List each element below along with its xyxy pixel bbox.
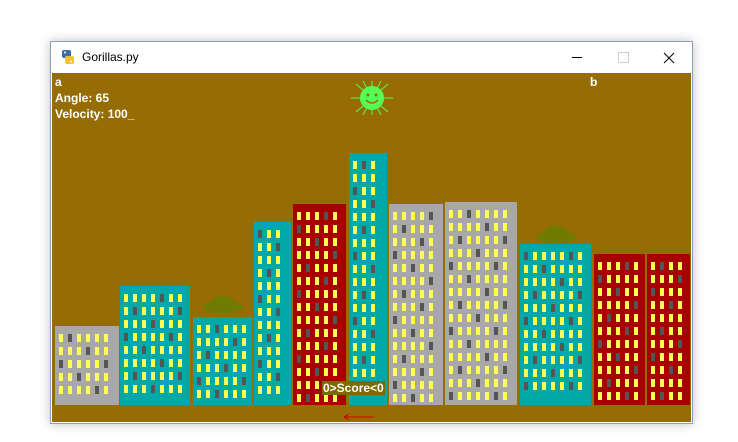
close-icon bbox=[663, 52, 675, 63]
title-bar[interactable]: Gorillas.py bbox=[51, 42, 692, 73]
minimize-button[interactable] bbox=[554, 42, 600, 73]
player-left-label: a bbox=[55, 75, 62, 89]
building bbox=[389, 204, 443, 405]
building bbox=[594, 254, 645, 405]
maximize-icon bbox=[617, 52, 629, 63]
python-icon bbox=[62, 50, 74, 64]
banana-icon bbox=[344, 413, 374, 421]
building bbox=[55, 326, 119, 405]
velocity-input[interactable]: Velocity: 100_ bbox=[55, 107, 134, 121]
building bbox=[193, 317, 252, 405]
sun-icon bbox=[351, 81, 393, 115]
building bbox=[349, 153, 387, 405]
maximize-button[interactable] bbox=[600, 42, 646, 73]
minimize-icon bbox=[572, 57, 582, 58]
building bbox=[254, 222, 291, 405]
window-title: Gorillas.py bbox=[82, 50, 139, 64]
game-canvas[interactable]: a b Angle: 65 Velocity: 100_ 0>Score<0 bbox=[52, 73, 691, 422]
gorilla-icon bbox=[536, 226, 576, 243]
building bbox=[293, 204, 346, 405]
gorilla-icon bbox=[203, 296, 243, 313]
player-right-label: b bbox=[590, 75, 598, 89]
score-display: 0>Score<0 bbox=[322, 381, 385, 395]
angle-readout: Angle: 65 bbox=[55, 91, 110, 105]
close-button[interactable] bbox=[646, 42, 692, 73]
building bbox=[445, 202, 517, 405]
building bbox=[647, 254, 690, 405]
building bbox=[520, 244, 591, 405]
game-window: Gorillas.py a b Angle: 65 Velocity: 100_ bbox=[50, 41, 693, 424]
building bbox=[120, 286, 190, 405]
